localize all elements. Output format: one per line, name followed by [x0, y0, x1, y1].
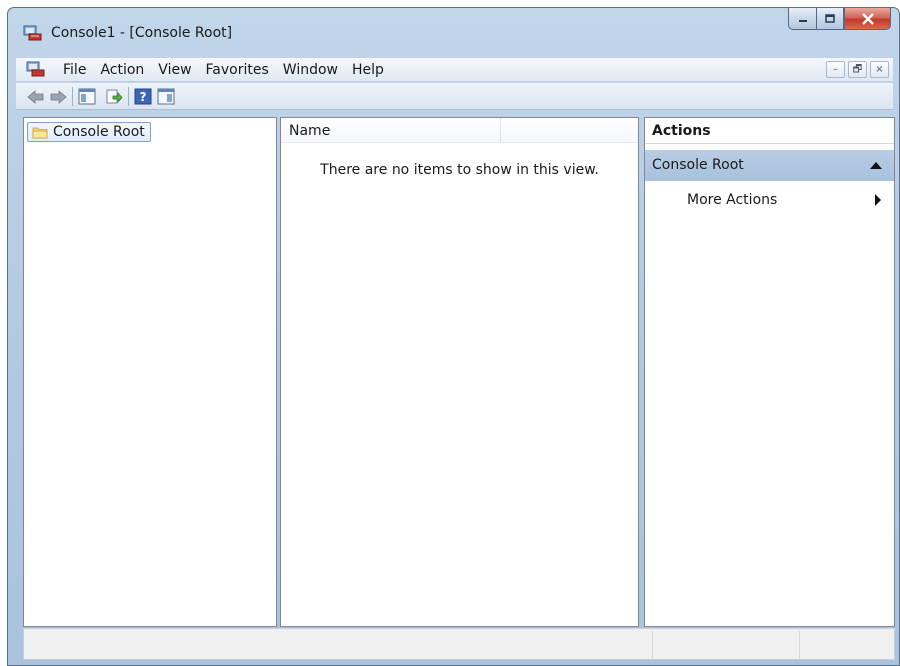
close-button[interactable] [844, 8, 891, 30]
show-hide-action-pane-icon [157, 88, 175, 105]
more-actions-label: More Actions [687, 192, 778, 208]
console-tree-pane[interactable]: Console Root [23, 117, 277, 627]
close-icon [861, 12, 874, 25]
menu-favorites[interactable]: Favorites [199, 61, 276, 79]
column-divider[interactable] [500, 118, 501, 142]
menu-bar: File Action View Favorites Window Help –… [16, 58, 893, 82]
back-button[interactable] [26, 87, 46, 106]
status-bar [23, 628, 895, 660]
title-bar[interactable]: Console1 - [Console Root] [8, 8, 899, 54]
actions-header: Actions [645, 118, 894, 144]
tree-node-label: Console Root [53, 124, 145, 140]
export-list-icon [106, 89, 123, 104]
child-restore-button[interactable]: 🗗 [848, 61, 867, 78]
toolbar-separator [128, 87, 129, 106]
export-list-button[interactable] [104, 87, 124, 106]
menu-view[interactable]: View [151, 61, 198, 79]
child-minimize-button[interactable]: – [826, 61, 845, 78]
empty-list-message: There are no items to show in this view. [320, 162, 599, 178]
help-button[interactable]: ? [133, 87, 153, 106]
menu-action[interactable]: Action [93, 61, 151, 79]
toolbar: ? [16, 83, 893, 110]
maximize-button[interactable] [816, 8, 844, 30]
submenu-arrow-icon [875, 194, 881, 206]
forward-arrow-icon [50, 89, 67, 104]
status-divider [799, 631, 800, 659]
window-title: Console1 - [Console Root] [51, 25, 233, 41]
mmc-window: Console1 - [Console Root] File Action Vi… [7, 7, 900, 666]
folder-icon [32, 127, 48, 138]
help-icon: ? [134, 88, 152, 105]
menu-window[interactable]: Window [276, 61, 345, 79]
show-hide-tree-button[interactable] [77, 87, 97, 106]
actions-group-label: Console Root [652, 157, 744, 173]
menu-file[interactable]: File [56, 61, 93, 79]
actions-group-console-root[interactable]: Console Root [645, 150, 894, 181]
collapse-arrow-icon[interactable] [870, 162, 882, 169]
menu-items: File Action View Favorites Window Help [56, 61, 391, 79]
toolbar-separator [72, 87, 73, 106]
show-hide-console-tree-icon [78, 88, 96, 105]
show-hide-action-pane-button[interactable] [156, 87, 176, 106]
minimize-icon [798, 19, 807, 22]
mdi-buttons: – 🗗 × [826, 61, 889, 78]
column-header-name[interactable]: Name [289, 123, 330, 139]
maximize-icon [825, 13, 835, 23]
result-list-pane[interactable]: Name There are no items to show in this … [280, 117, 639, 627]
actions-pane: Actions Console Root More Actions [644, 117, 895, 627]
svg-text:?: ? [140, 90, 147, 104]
menu-help[interactable]: Help [345, 61, 391, 79]
tree-node-console-root[interactable]: Console Root [27, 122, 151, 142]
status-divider [652, 631, 653, 659]
mmc-system-menu-icon[interactable] [26, 61, 46, 78]
child-close-button[interactable]: × [870, 61, 889, 78]
back-arrow-icon [27, 89, 44, 104]
list-header: Name [281, 118, 638, 143]
mmc-app-icon[interactable] [23, 24, 43, 42]
caption-buttons [788, 8, 891, 30]
forward-button[interactable] [48, 87, 68, 106]
more-actions-item[interactable]: More Actions [645, 189, 894, 211]
minimize-button[interactable] [788, 8, 816, 30]
